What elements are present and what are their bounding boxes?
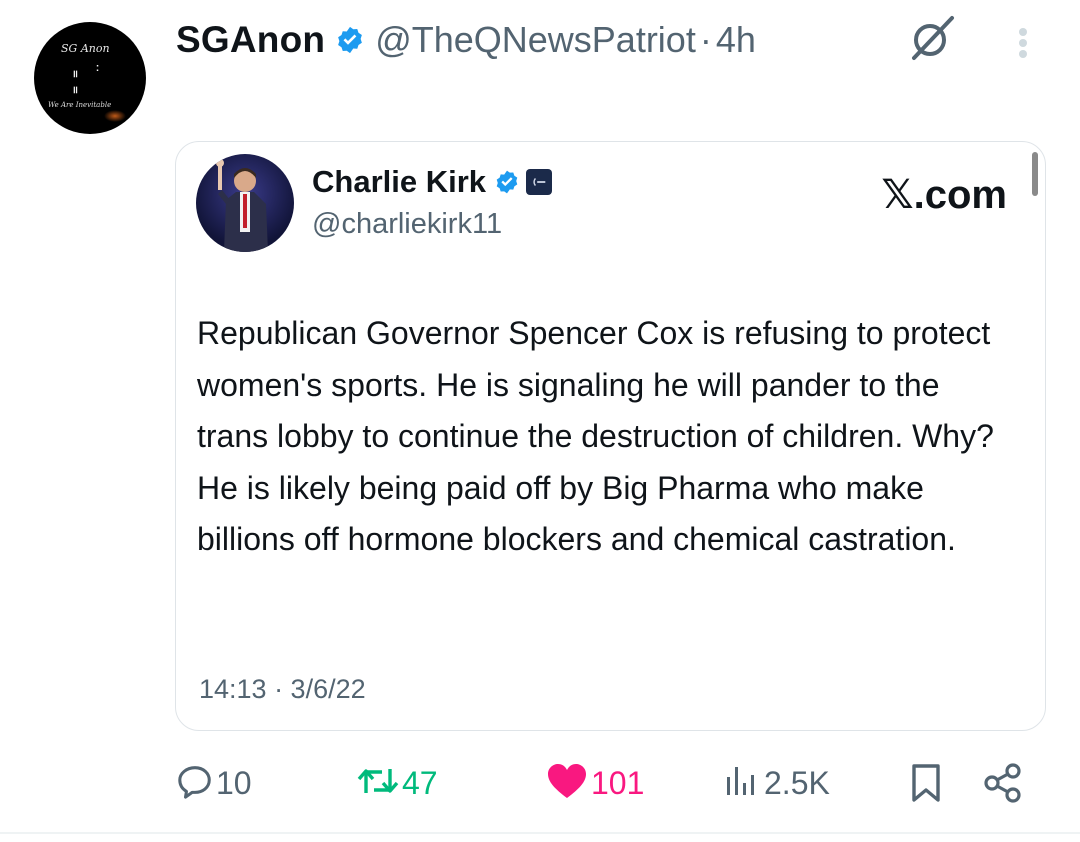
separator-dot: ·	[699, 19, 712, 60]
avatar-mark: ॥	[72, 69, 78, 80]
post-header: SGAnon @TheQNewsPatriot · 4h	[176, 17, 756, 63]
views-icon	[722, 761, 762, 806]
user-handle[interactable]: @TheQNewsPatriot	[375, 19, 696, 61]
display-name[interactable]: SGAnon	[176, 19, 325, 61]
verified-badge-icon	[494, 169, 520, 195]
heart-icon	[545, 761, 589, 806]
verified-badge-icon	[335, 25, 365, 55]
reply-count: 10	[216, 764, 252, 801]
share-icon[interactable]	[982, 762, 1024, 804]
more-dot	[1019, 28, 1027, 36]
reply-icon	[176, 762, 214, 805]
avatar-glow	[104, 110, 126, 122]
like-button[interactable]: 101	[545, 760, 644, 806]
views-button[interactable]: 2.5K	[722, 760, 830, 806]
bookmark-icon[interactable]	[909, 762, 943, 804]
quoted-avatar-figure	[216, 159, 268, 252]
source-label: 𝕏.com	[881, 173, 1007, 217]
repost-button[interactable]: 47	[356, 760, 438, 806]
view-count: 2.5K	[764, 764, 830, 801]
avatar-mark: ॥	[72, 85, 78, 96]
more-dot	[1019, 39, 1027, 47]
repost-count: 47	[402, 764, 438, 801]
avatar[interactable]: SG Anon ॥ ॥ ⁚ We Are Inevitable	[34, 22, 146, 134]
grok-icon[interactable]	[906, 14, 956, 64]
reply-button[interactable]: 10	[176, 760, 252, 806]
quoted-post-text: Republican Governor Spencer Cox is refus…	[197, 315, 994, 557]
more-icon[interactable]	[1011, 24, 1035, 62]
repost-icon	[356, 761, 400, 806]
avatar-logo-subtext: We Are Inevitable	[48, 101, 112, 109]
avatar-mark: ⁚	[96, 64, 100, 73]
quoted-display-name[interactable]: Charlie Kirk	[312, 164, 486, 200]
quoted-timestamp[interactable]: 14:13 · 3/6/22	[199, 674, 366, 705]
quoted-handle[interactable]: @charliekirk11	[312, 208, 502, 241]
like-count: 101	[591, 764, 645, 801]
scrollbar[interactable]	[1032, 152, 1038, 196]
quoted-avatar[interactable]	[196, 154, 294, 252]
quoted-post-card[interactable]: Charlie Kirk @charliekirk11 𝕏.com Republ…	[175, 141, 1046, 731]
quoted-name-row: Charlie Kirk	[312, 164, 553, 200]
avatar-logo-text: SG Anon	[61, 42, 110, 55]
affiliate-badge-icon[interactable]	[526, 169, 553, 195]
divider	[0, 832, 1080, 834]
more-dot	[1019, 50, 1027, 58]
post-time[interactable]: 4h	[716, 19, 756, 61]
